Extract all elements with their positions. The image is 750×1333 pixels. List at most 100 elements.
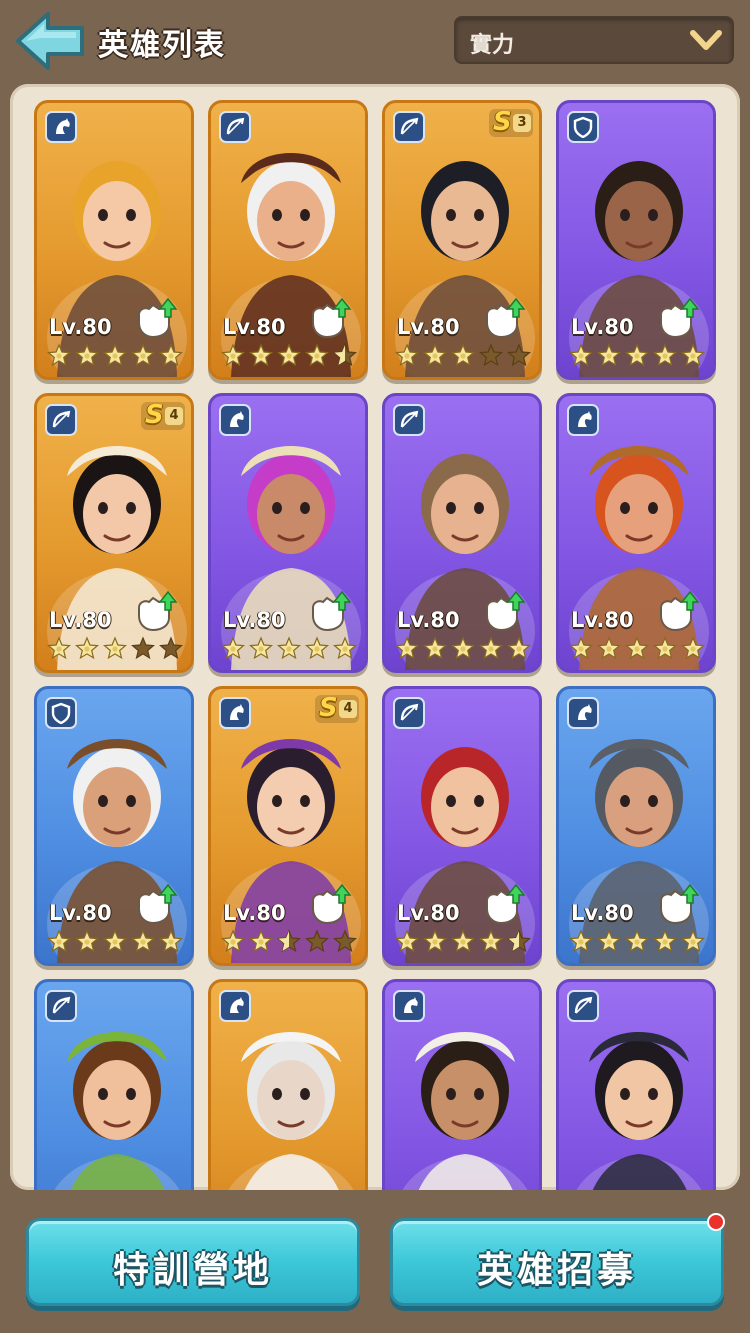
upgrade-available-icon [138,883,178,925]
star-empty-icon [507,343,531,367]
star-filled-icon [221,929,245,953]
star-filled-icon [249,343,273,367]
star-half-icon [277,929,301,953]
star-rating [221,636,357,662]
hero-card[interactable]: S 3 Lv.80 [382,100,542,380]
hero-level: Lv.80 [49,608,112,632]
star-filled-icon [131,929,155,953]
archer-type-badge [393,404,425,436]
star-rating [569,343,705,369]
star-filled-icon [569,343,593,367]
season-number: 3 [513,114,531,132]
infantry-icon [573,116,593,138]
star-empty-icon [479,343,503,367]
hero-level: Lv.80 [571,315,634,339]
hero-card[interactable]: Lv.80 [34,100,194,380]
training-camp-label: 特訓營地 [112,1250,273,1291]
star-filled-icon [159,929,183,953]
cavalry-type-badge [567,404,599,436]
hero-card[interactable]: Lv.80 [556,393,716,673]
cavalry-type-badge [219,990,251,1022]
hero-card[interactable]: S 4 Lv.80 [34,393,194,673]
star-filled-icon [47,343,71,367]
upgrade-available-icon [138,297,178,339]
star-filled-icon [653,343,677,367]
upgrade-available-icon [486,590,526,632]
star-rating [47,636,183,662]
cavalry-type-badge [393,990,425,1022]
star-filled-icon [423,929,447,953]
star-filled-icon [277,343,301,367]
cavalry-type-badge [567,697,599,729]
back-button[interactable] [14,10,88,72]
top-bar: 英雄列表 實力 [0,0,750,82]
cavalry-icon [230,704,244,720]
star-rating [395,929,531,955]
star-filled-icon [451,343,475,367]
hero-card[interactable]: Lv.80 [34,686,194,966]
hero-recruit-button[interactable]: 英雄招募 [390,1213,725,1306]
hero-card[interactable]: S 4 Lv.80 [208,686,368,966]
star-filled-icon [507,636,531,660]
star-filled-icon [653,929,677,953]
star-filled-icon [221,636,245,660]
season-letter: S [319,693,338,723]
star-filled-icon [451,929,475,953]
star-rating [395,343,531,369]
star-filled-icon [75,636,99,660]
cavalry-icon [230,411,244,427]
hero-card[interactable]: Lv.80 [208,393,368,673]
hero-card[interactable] [556,979,716,1190]
hero-card[interactable]: Lv.80 [556,100,716,380]
training-camp-button[interactable]: 特訓營地 [26,1218,360,1306]
star-filled-icon [333,636,357,660]
archer-icon [226,117,245,135]
hero-card[interactable]: Lv.80 [382,393,542,673]
star-filled-icon [597,929,621,953]
star-filled-icon [653,636,677,660]
star-rating [569,929,705,955]
hero-level: Lv.80 [223,315,286,339]
archer-icon [400,703,419,721]
star-filled-icon [277,636,301,660]
hero-list-panel[interactable]: Lv.80 Lv.80 S 3 Lv.80 Lv.80 S 4 Lv.80 Lv.80 Lv.80 L… [10,84,740,1190]
cavalry-type-badge [45,111,77,143]
hero-card[interactable] [382,979,542,1190]
star-filled-icon [75,929,99,953]
hero-card[interactable]: Lv.80 [556,686,716,966]
archer-type-badge [45,990,77,1022]
archer-icon [400,410,419,428]
upgrade-available-icon [312,590,352,632]
hero-level: Lv.80 [397,901,460,925]
archer-icon [52,996,71,1014]
star-filled-icon [451,636,475,660]
sort-dropdown[interactable]: 實力 [454,16,734,64]
infantry-type-badge [45,697,77,729]
cavalry-icon [578,704,592,720]
star-rating [395,636,531,662]
hero-card[interactable]: Lv.80 [382,686,542,966]
star-filled-icon [159,343,183,367]
archer-type-badge [567,990,599,1022]
star-filled-icon [75,343,99,367]
star-filled-icon [479,929,503,953]
star-filled-icon [103,636,127,660]
star-empty-icon [131,636,155,660]
hero-card[interactable]: Lv.80 [208,100,368,380]
star-filled-icon [625,929,649,953]
cavalry-icon [404,997,418,1013]
infantry-icon [51,702,71,724]
star-filled-icon [569,929,593,953]
star-filled-icon [305,636,329,660]
back-arrow-icon [16,12,84,70]
hero-card[interactable] [208,979,368,1190]
star-filled-icon [47,929,71,953]
hero-card[interactable] [34,979,194,1190]
season-number: 4 [339,700,357,718]
season-badge: S3 [489,107,533,137]
star-filled-icon [395,636,419,660]
star-half-icon [507,929,531,953]
hero-level: Lv.80 [49,901,112,925]
star-filled-icon [597,636,621,660]
star-rating [47,929,183,955]
